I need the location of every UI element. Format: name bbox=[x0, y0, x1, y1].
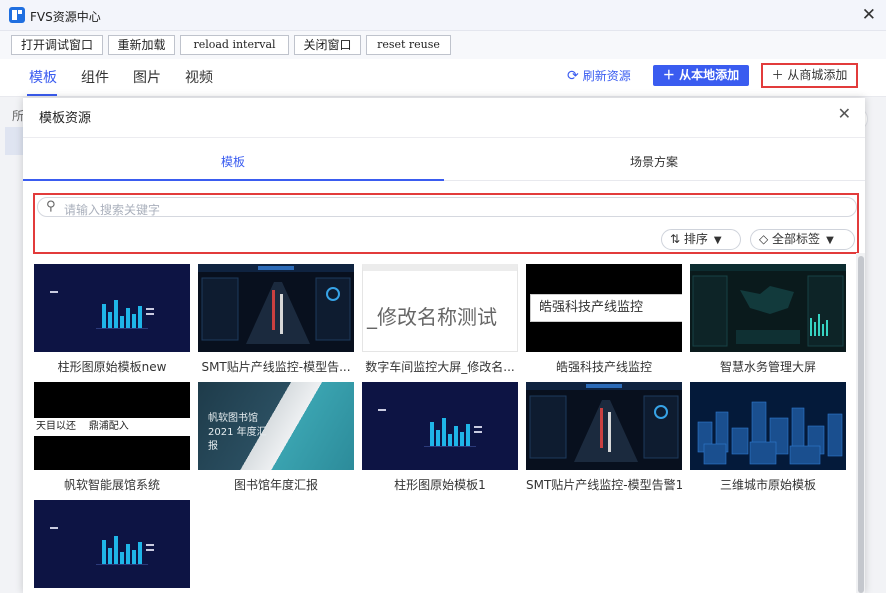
dialog-active-tab-indicator bbox=[23, 179, 444, 181]
thumbnail-text: _修改名称测试 bbox=[367, 305, 497, 329]
tab-template[interactable]: 模板 bbox=[29, 67, 57, 87]
template-card[interactable]: 皓强科技产线监控 皓强科技产线监控 bbox=[526, 264, 682, 374]
template-thumbnail[interactable]: 天目以还 鼎浦配入 bbox=[34, 382, 190, 470]
template-card[interactable]: 天目以还 鼎浦配入帆软智能展馆系统 bbox=[34, 382, 190, 492]
dialog-divider bbox=[23, 137, 865, 138]
thumbnail-text: 天目以还 鼎浦配入 bbox=[34, 418, 190, 436]
template-card[interactable]: 智慧水务管理大屏 bbox=[690, 264, 846, 374]
tag-icon: ◇ bbox=[759, 232, 773, 246]
template-card-label: SMT贴片产线监控-模型告... bbox=[201, 360, 351, 374]
template-thumbnail[interactable] bbox=[198, 264, 354, 352]
template-card[interactable]: 柱形图原始模板new bbox=[34, 264, 190, 374]
window-close-icon[interactable]: ✕ bbox=[862, 5, 876, 25]
template-card-label: 数字车间监控大屏_修改名... bbox=[365, 360, 515, 374]
tab-video[interactable]: 视频 bbox=[185, 67, 213, 87]
template-card[interactable]: 三维城市原始模板 bbox=[690, 382, 846, 492]
monitor-thumbnail bbox=[198, 264, 354, 344]
template-card-label: 智慧水务管理大屏 bbox=[719, 360, 816, 374]
chevron-down-icon: ▼ bbox=[826, 235, 834, 246]
template-thumbnail[interactable] bbox=[34, 500, 190, 588]
template-card-label: 柱形图原始模板new bbox=[57, 360, 167, 374]
add-from-local-label: 从本地添加 bbox=[679, 68, 740, 82]
tags-dropdown[interactable]: ◇ 全部标签 ▼ bbox=[750, 229, 855, 250]
template-card[interactable]: SMT贴片产线监控-模型告警1 bbox=[526, 382, 682, 492]
template-thumbnail[interactable] bbox=[690, 264, 846, 352]
dialog-tab-template[interactable]: 模板 bbox=[221, 153, 245, 170]
template-card[interactable]: 柱形图原始模板1 bbox=[362, 382, 518, 492]
plus-icon: ＋ bbox=[662, 68, 680, 82]
tab-image[interactable]: 图片 bbox=[133, 67, 161, 87]
sort-dropdown[interactable]: ⇅ 排序 ▼ bbox=[661, 229, 741, 250]
reset-reuse-button[interactable]: reset reuse bbox=[366, 35, 451, 55]
dialog-tab-scene[interactable]: 场景方案 bbox=[630, 153, 678, 170]
bar-chart-thumbnail bbox=[378, 409, 482, 447]
scrollbar-thumb[interactable] bbox=[858, 256, 864, 593]
reload-button[interactable]: 重新加载 bbox=[108, 35, 175, 55]
sort-label: 排序 bbox=[683, 232, 708, 246]
template-thumbnail[interactable]: _修改名称测试 bbox=[362, 264, 518, 352]
template-card[interactable]: SMT贴片产线监控-模型告... bbox=[198, 264, 354, 374]
refresh-icon: ⟳ bbox=[567, 68, 579, 84]
debug-toolbar: 打开调试窗口 重新加载 reload interval 关闭窗口 reset r… bbox=[0, 31, 886, 59]
background-chip bbox=[5, 127, 23, 155]
search-input[interactable]: ⚲ 请输入搜索关键字 bbox=[37, 197, 857, 217]
title-bar: FVS资源中心 ✕ bbox=[0, 0, 886, 31]
active-tab-indicator bbox=[27, 94, 57, 96]
template-thumbnail[interactable] bbox=[526, 382, 682, 470]
chevron-down-icon: ▼ bbox=[713, 235, 722, 246]
template-thumbnail[interactable] bbox=[34, 264, 190, 352]
dialog-close-icon[interactable]: ✕ bbox=[838, 104, 851, 123]
close-window-button[interactable]: 关闭窗口 bbox=[294, 35, 361, 55]
app-logo-icon bbox=[9, 7, 25, 23]
template-card-label: 皓强科技产线监控 bbox=[555, 360, 652, 374]
water-dashboard-thumbnail bbox=[690, 264, 846, 347]
plus-icon: ＋ bbox=[771, 68, 788, 82]
sort-icon: ⇅ bbox=[670, 232, 684, 246]
refresh-resources-button[interactable]: ⟳ 刷新资源 bbox=[567, 67, 631, 84]
tags-label: 全部标签 bbox=[772, 232, 821, 246]
refresh-label: 刷新资源 bbox=[582, 69, 631, 83]
template-thumbnail[interactable]: 帆软图书馆 2021 年度汇报 bbox=[198, 382, 354, 470]
template-card-label: 柱形图原始模板1 bbox=[394, 478, 486, 492]
search-icon: ⚲ bbox=[46, 199, 56, 214]
search-filter-area: ⚲ 请输入搜索关键字 ⇅ 排序 ▼ ◇ 全部标签 ▼ bbox=[33, 193, 859, 254]
template-card-label: 图书馆年度汇报 bbox=[233, 478, 318, 492]
thumbnail-text: 帆软图书馆 2021 年度汇报 bbox=[208, 413, 267, 452]
window-title: FVS资源中心 bbox=[30, 10, 101, 24]
template-card[interactable]: _修改名称测试数字车间监控大屏_修改名... bbox=[362, 264, 518, 374]
resource-tabs-bar: 模板 组件 图片 视频 ⟳ 刷新资源 ＋ 从本地添加 ＋ 从商城添加 bbox=[0, 59, 886, 97]
add-from-local-button[interactable]: ＋ 从本地添加 bbox=[653, 65, 749, 86]
search-placeholder: 请输入搜索关键字 bbox=[64, 203, 161, 217]
template-card-label: 帆软智能展馆系统 bbox=[63, 478, 160, 492]
monitor-thumbnail bbox=[526, 382, 682, 462]
dialog-tab-divider bbox=[444, 180, 865, 181]
dialog-title: 模板资源 bbox=[39, 111, 92, 126]
template-card-label: SMT贴片产线监控-模型告警1 bbox=[526, 478, 682, 492]
tab-component[interactable]: 组件 bbox=[81, 67, 109, 87]
template-thumbnail[interactable]: 皓强科技产线监控 bbox=[526, 264, 682, 352]
template-card-label: 三维城市原始模板 bbox=[719, 478, 816, 492]
template-thumbnail[interactable] bbox=[690, 382, 846, 470]
add-from-store-button[interactable]: ＋ 从商城添加 bbox=[761, 63, 858, 88]
template-card[interactable] bbox=[34, 500, 190, 593]
template-thumbnail[interactable] bbox=[362, 382, 518, 470]
reload-interval-button[interactable]: reload interval bbox=[180, 35, 289, 55]
template-card[interactable]: 帆软图书馆 2021 年度汇报图书馆年度汇报 bbox=[198, 382, 354, 492]
bar-chart-thumbnail bbox=[50, 527, 154, 565]
city-3d-thumbnail bbox=[697, 401, 843, 465]
add-from-store-label: 从商城添加 bbox=[787, 68, 848, 82]
thumbnail-text: 皓强科技产线监控 bbox=[530, 294, 682, 322]
bar-chart-thumbnail bbox=[50, 291, 154, 329]
open-debug-window-button[interactable]: 打开调试窗口 bbox=[11, 35, 103, 55]
